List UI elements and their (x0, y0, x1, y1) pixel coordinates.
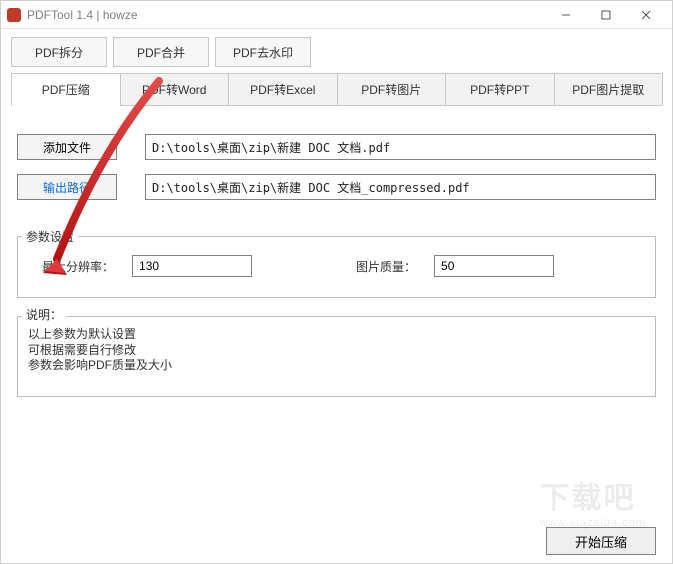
description-line-1: 以上参数为默认设置 (28, 327, 645, 343)
description-line-2: 可根据需要自行修改 (28, 343, 645, 359)
description-legend: 说明： (22, 308, 66, 324)
app-icon (7, 8, 21, 22)
maximize-button[interactable] (586, 1, 626, 29)
max-resolution-label: 最大分辨率： (42, 258, 114, 275)
tab-merge[interactable]: PDF合并 (113, 37, 209, 67)
titlebar: PDFTool 1.4 | howze (1, 1, 672, 29)
image-quality-input[interactable] (434, 255, 554, 277)
sub-tab-row: PDF压缩 PDF转Word PDF转Excel PDF转图片 PDF转PPT … (11, 73, 662, 106)
input-file-path[interactable] (145, 134, 656, 160)
tab-extract-images[interactable]: PDF图片提取 (554, 73, 664, 105)
top-tab-row: PDF拆分 PDF合并 PDF去水印 (1, 29, 672, 67)
tab-split[interactable]: PDF拆分 (11, 37, 107, 67)
parameter-settings-group: 参数设置 最大分辨率： 图片质量： (17, 236, 656, 298)
tab-to-excel[interactable]: PDF转Excel (228, 73, 338, 105)
max-resolution-input[interactable] (132, 255, 252, 277)
add-file-button[interactable]: 添加文件 (17, 134, 117, 160)
output-path-button[interactable]: 输出路径 (17, 174, 117, 200)
image-quality-label: 图片质量： (356, 258, 416, 275)
tab-to-image[interactable]: PDF转图片 (337, 73, 447, 105)
parameter-legend: 参数设置 (22, 228, 78, 245)
tab-to-ppt[interactable]: PDF转PPT (445, 73, 555, 105)
description-group: 说明： 以上参数为默认设置 可根据需要自行修改 参数会影响PDF质量及大小 (17, 316, 656, 397)
tab-to-word[interactable]: PDF转Word (120, 73, 230, 105)
window-controls (546, 1, 666, 29)
minimize-button[interactable] (546, 1, 586, 29)
start-compress-button[interactable]: 开始压缩 (546, 527, 656, 555)
tab-watermark[interactable]: PDF去水印 (215, 37, 311, 67)
close-button[interactable] (626, 1, 666, 29)
watermark: 下载吧 www.xiazaiba.com (540, 473, 646, 529)
output-file-path[interactable] (145, 174, 656, 200)
tab-compress[interactable]: PDF压缩 (11, 73, 121, 105)
description-line-3: 参数会影响PDF质量及大小 (28, 358, 645, 374)
window-title: PDFTool 1.4 | howze (27, 8, 546, 22)
